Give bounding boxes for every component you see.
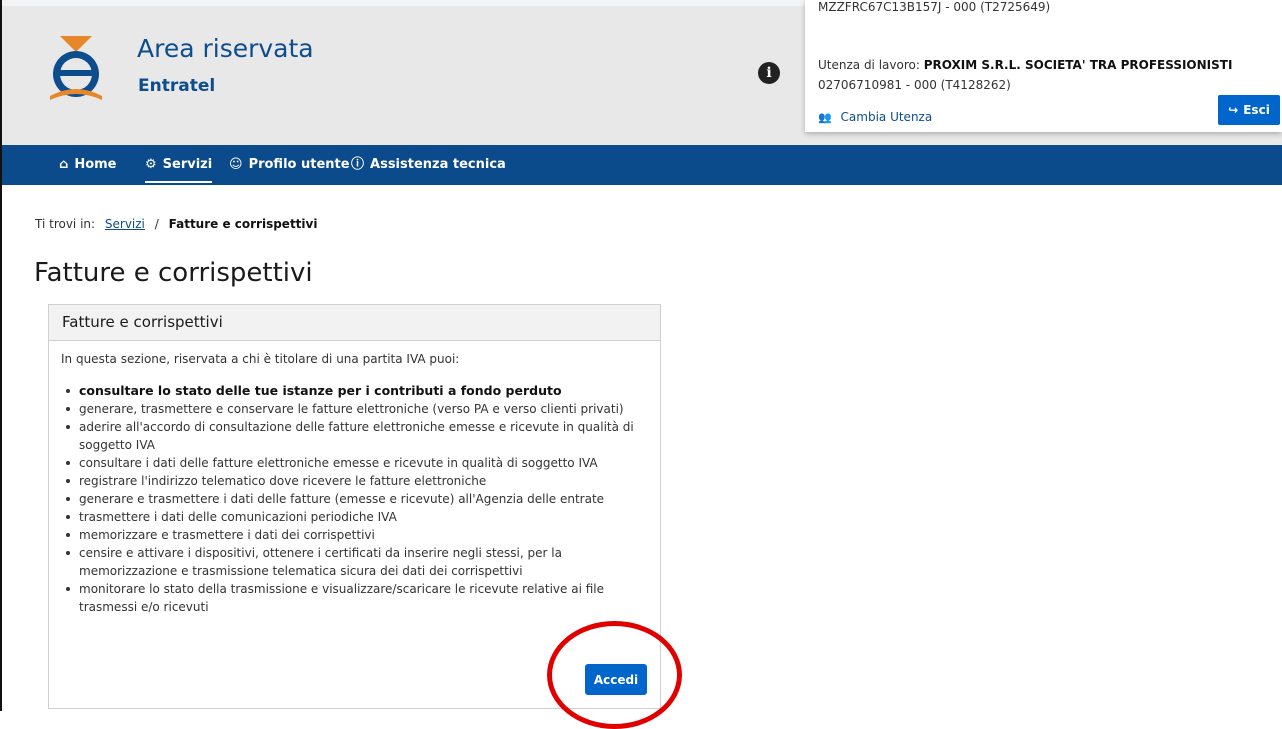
brand-subtitle: Entratel xyxy=(138,76,216,96)
users-icon: 👥 xyxy=(818,111,832,124)
list-item: censire e attivare i dispositivi, ottene… xyxy=(61,544,653,580)
panel-intro: In questa sezione, riservata a chi è tit… xyxy=(61,352,460,366)
brand-title: Area riservata xyxy=(137,34,314,63)
breadcrumb-separator: / xyxy=(154,217,159,231)
nav-home-label: Home xyxy=(74,157,117,172)
breadcrumb-prefix: Ti trovi in: xyxy=(35,217,96,231)
info-circle-icon: ⓘ xyxy=(351,157,365,172)
list-item: aderire all'accordo di consultazione del… xyxy=(61,418,653,454)
esci-label: Esci xyxy=(1243,103,1270,117)
utenza-label: Utenza di lavoro: xyxy=(818,58,920,72)
partita-iva: 02706710981 - 000 (T4128262) xyxy=(818,78,1011,92)
logout-icon: ↪ xyxy=(1228,103,1239,117)
list-item: generare, trasmettere e conservare le fa… xyxy=(61,400,653,418)
user-icon: ☺ xyxy=(229,157,243,172)
panel-heading: Fatture e corrispettivi xyxy=(49,305,660,341)
list-item: registrare l'indirizzo telematico dove r… xyxy=(61,472,653,490)
nav-profilo-utente[interactable]: ☺ Profilo utente xyxy=(229,145,350,185)
breadcrumb-current: Fatture e corrispettivi xyxy=(168,217,318,231)
user-panel: MZZFRC67C13B157J - 000 (T2725649) Utenza… xyxy=(805,0,1282,132)
nav-profilo-label: Profilo utente xyxy=(248,157,350,172)
nav-assistenza-label: Assistenza tecnica xyxy=(370,157,506,172)
list-item: consultare lo stato delle tue istanze pe… xyxy=(61,382,653,400)
breadcrumb-link-servizi[interactable]: Servizi xyxy=(105,217,145,231)
cambia-utenza-link[interactable]: 👥 Cambia Utenza xyxy=(818,110,932,124)
nav-home[interactable]: ⌂ Home xyxy=(59,145,117,185)
utenza-name: PROXIM S.R.L. SOCIETA' TRA PROFESSIONIST… xyxy=(923,58,1233,72)
list-item: generare e trasmettere i dati delle fatt… xyxy=(61,490,653,508)
esci-button[interactable]: ↪ Esci xyxy=(1218,95,1280,125)
service-panel: Fatture e corrispettivi In questa sezion… xyxy=(48,304,661,709)
info-icon[interactable]: i xyxy=(758,62,780,84)
list-item: consultare i dati delle fatture elettron… xyxy=(61,454,653,472)
accedi-button[interactable]: Accedi xyxy=(585,664,647,695)
list-item: monitorare lo stato della trasmissione e… xyxy=(61,580,653,616)
service-list: consultare lo stato delle tue istanze pe… xyxy=(61,382,653,616)
codice-fiscale: MZZFRC67C13B157J - 000 (T2725649) xyxy=(818,0,1051,14)
nav-servizi-label: Servizi xyxy=(162,157,213,172)
services-icon: ⚙ xyxy=(145,157,157,172)
list-item: trasmettere i dati delle comunicazioni p… xyxy=(61,508,653,526)
list-item: memorizzare e trasmettere i dati dei cor… xyxy=(61,526,653,544)
agenzia-entrate-logo-icon[interactable] xyxy=(46,32,106,102)
home-icon: ⌂ xyxy=(59,157,69,172)
nav-servizi[interactable]: ⚙ Servizi xyxy=(145,145,213,185)
main-navbar: ⌂ Home ⚙ Servizi ☺ Profilo utente ⓘ Assisten… xyxy=(2,145,1282,185)
breadcrumb: Ti trovi in: Servizi / Fatture e corrisp… xyxy=(35,217,317,231)
page-title: Fatture e corrispettivi xyxy=(34,258,313,288)
utenza-di-lavoro: Utenza di lavoro: PROXIM S.R.L. SOCIETA'… xyxy=(818,58,1232,72)
nav-assistenza-tecnica[interactable]: ⓘ Assistenza tecnica xyxy=(351,145,506,185)
cambia-utenza-label: Cambia Utenza xyxy=(840,110,933,124)
